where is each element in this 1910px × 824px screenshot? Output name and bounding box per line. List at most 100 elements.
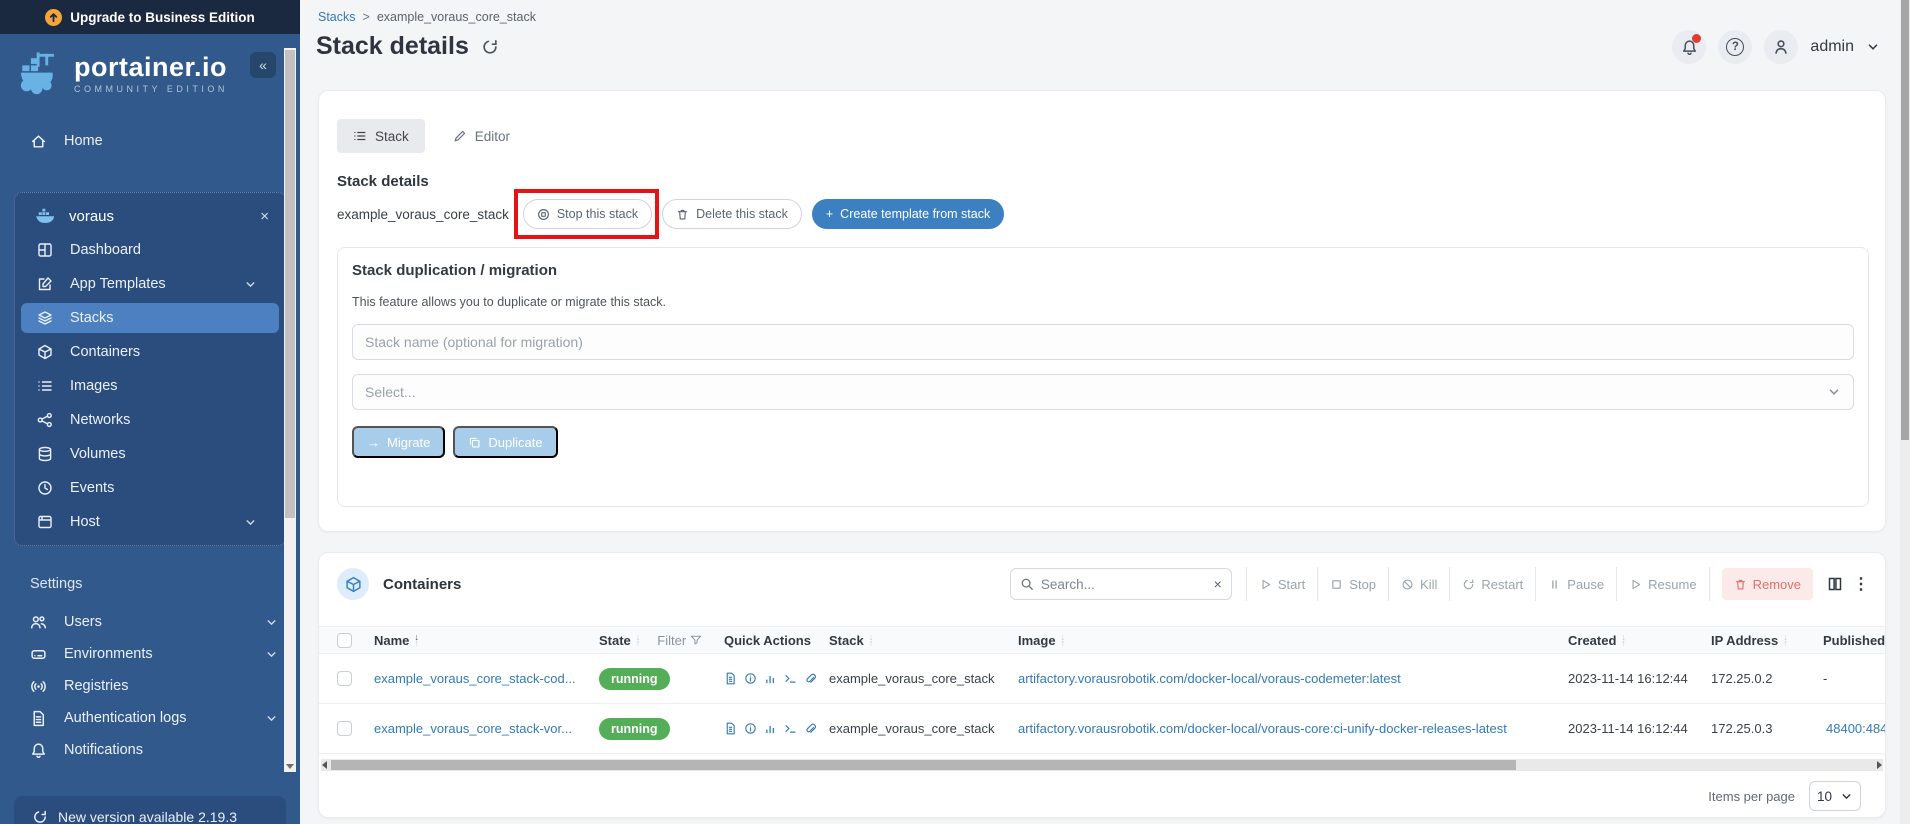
image-link[interactable]: artifactory.vorausrobotik.com/docker-loc… (1018, 721, 1568, 736)
clear-search-icon[interactable]: × (1214, 576, 1222, 592)
sidebar-item-dashboard[interactable]: Dashboard (21, 235, 279, 265)
table-horizontal-scrollbar[interactable] (321, 759, 1883, 771)
items-per-page-select[interactable]: 10 (1809, 781, 1861, 811)
sidebar-item-notifications[interactable]: Notifications (0, 734, 300, 766)
start-button[interactable]: Start (1246, 567, 1317, 601)
logs-icon[interactable] (724, 672, 737, 685)
console-icon[interactable] (784, 722, 797, 735)
console-icon[interactable] (784, 672, 797, 685)
scroll-left-arrow-icon[interactable] (322, 761, 327, 769)
column-header-image[interactable]: Image ↓ ↑ (1018, 633, 1568, 648)
logo: portainer.io COMMUNITY EDITION « (18, 48, 290, 100)
quick-actions (724, 722, 829, 735)
refresh-icon[interactable] (481, 38, 499, 56)
sidebar-item-registries[interactable]: Registries (0, 670, 300, 702)
columns-settings-button[interactable] (1827, 576, 1843, 592)
page-scrollbar-thumb[interactable] (1901, 0, 1909, 440)
avatar[interactable] (1764, 30, 1798, 64)
inspect-icon[interactable] (744, 722, 757, 735)
sort-asc-icon: ↑ (869, 640, 874, 646)
sidebar-item-label: Notifications (64, 742, 143, 758)
sidebar-scrollbar[interactable] (284, 48, 296, 772)
duplicate-button[interactable]: Duplicate (453, 426, 557, 458)
sort-control[interactable]: ↓ ↑ (636, 634, 641, 646)
state-filter-button[interactable]: Filter (657, 633, 702, 648)
sidebar-item-label: Images (70, 378, 118, 394)
scroll-right-arrow-icon[interactable] (1877, 761, 1882, 769)
stats-icon[interactable] (764, 722, 777, 735)
sidebar-item-authentication-logs[interactable]: Authentication logs (0, 702, 300, 734)
stats-icon[interactable] (764, 672, 777, 685)
stop-button[interactable]: Stop (1317, 567, 1388, 601)
help-button[interactable]: ? (1718, 30, 1752, 64)
sidebar-scrollbar-thumb[interactable] (285, 50, 295, 518)
sidebar-item-networks[interactable]: Networks (21, 405, 279, 435)
sort-control[interactable]: ↓ ↑ (414, 634, 419, 646)
new-version-banner[interactable]: New version available 2.19.3 (14, 796, 286, 824)
column-header-state[interactable]: State ↓ ↑ Filter (599, 633, 724, 648)
kill-button[interactable]: Kill (1388, 567, 1449, 601)
column-header-stack[interactable]: Stack ↓ ↑ (829, 633, 1018, 648)
more-options-button[interactable]: ⋮ (1853, 574, 1869, 594)
upgrade-banner[interactable]: Upgrade to Business Edition (0, 0, 300, 34)
cube-icon (37, 344, 53, 360)
sort-control[interactable]: ↓ ↑ (1783, 634, 1788, 646)
attach-icon[interactable] (804, 672, 817, 685)
sidebar-item-label: Networks (70, 412, 130, 428)
sort-control[interactable]: ↓ ↑ (1621, 634, 1626, 646)
sidebar-item-stacks[interactable]: Stacks (21, 303, 279, 333)
remove-button[interactable]: Remove (1722, 568, 1813, 600)
stack-name: example_voraus_core_stack (337, 207, 509, 222)
pause-button[interactable]: Pause (1535, 567, 1616, 601)
row-checkbox[interactable] (337, 721, 352, 736)
sidebar-item-containers[interactable]: Containers (21, 337, 279, 367)
restart-button[interactable]: Restart (1449, 567, 1535, 601)
environment-close-icon[interactable]: × (260, 208, 269, 225)
duplicate-label: Duplicate (488, 435, 542, 450)
sort-control[interactable]: ↓ ↑ (869, 634, 874, 646)
horizontal-scrollbar-thumb[interactable] (331, 760, 1516, 770)
published-port-link[interactable]: 48400:484 (1823, 721, 1885, 736)
image-link[interactable]: artifactory.vorausrobotik.com/docker-loc… (1018, 671, 1568, 686)
page-scrollbar[interactable] (1900, 0, 1910, 824)
notifications-button[interactable] (1672, 30, 1706, 64)
delete-stack-button[interactable]: Delete this stack (662, 199, 802, 229)
environment-select[interactable]: Select... (352, 374, 1854, 410)
tab-stack[interactable]: Stack (337, 119, 425, 153)
sidebar-item-host[interactable]: Host (21, 507, 279, 537)
sidebar-item-users[interactable]: Users (0, 606, 300, 638)
attach-icon[interactable] (804, 722, 817, 735)
scroll-down-arrow-icon[interactable] (286, 764, 294, 769)
container-name-link[interactable]: example_voraus_core_stack-cod... (374, 671, 599, 686)
column-header-name[interactable]: Name ↓ ↑ (374, 633, 599, 648)
container-name-link[interactable]: example_voraus_core_stack-vor... (374, 721, 599, 736)
create-template-button[interactable]: + Create template from stack (812, 199, 1004, 229)
person-icon (1772, 38, 1790, 56)
restart-label: Restart (1481, 577, 1523, 592)
migrate-button[interactable]: → Migrate (352, 426, 445, 458)
column-header-created[interactable]: Created ↓ ↑ (1568, 633, 1711, 648)
sidebar-item-images[interactable]: Images (21, 371, 279, 401)
environment-header[interactable]: voraus × (21, 201, 279, 231)
sidebar-collapse-button[interactable]: « (250, 52, 276, 78)
stop-stack-button[interactable]: Stop this stack (523, 199, 652, 229)
breadcrumb-stacks-link[interactable]: Stacks (318, 10, 356, 24)
tab-editor[interactable]: Editor (437, 119, 526, 153)
sidebar-item-home[interactable]: Home (0, 126, 300, 156)
sidebar-item-app-templates[interactable]: App Templates (21, 269, 279, 299)
sort-control[interactable]: ↓ ↑ (1061, 634, 1066, 646)
search-input[interactable] (1041, 577, 1207, 592)
sidebar-item-environments[interactable]: Environments (0, 638, 300, 670)
sidebar-item-volumes[interactable]: Volumes (21, 439, 279, 469)
column-header-ip[interactable]: IP Address ↓ ↑ (1711, 633, 1823, 648)
inspect-icon[interactable] (744, 672, 757, 685)
chevron-down-icon[interactable] (1866, 40, 1880, 54)
row-checkbox[interactable] (337, 671, 352, 686)
select-all-checkbox[interactable] (337, 633, 352, 648)
resume-button[interactable]: Resume (1616, 567, 1709, 601)
sidebar-item-events[interactable]: Events (21, 473, 279, 503)
table-row: example_voraus_core_stack-cod... running… (319, 654, 1885, 704)
logs-icon[interactable] (724, 722, 737, 735)
stack-name-input[interactable] (352, 324, 1854, 360)
breadcrumb-current: example_voraus_core_stack (377, 10, 536, 24)
